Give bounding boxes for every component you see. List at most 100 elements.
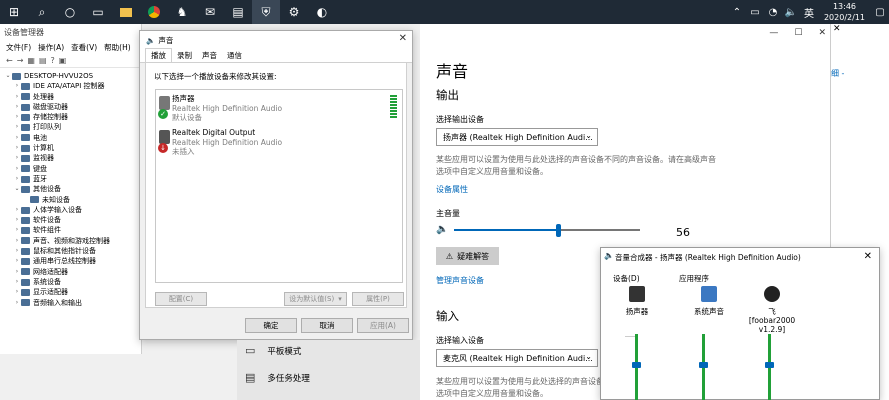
device-properties-link[interactable]: 设备属性 bbox=[436, 184, 468, 195]
maximize-icon[interactable]: ☐ bbox=[794, 28, 802, 38]
app2-icon[interactable]: ◐ bbox=[308, 0, 336, 24]
tree-node[interactable]: › IDE ATA/ATAPI 控制器 bbox=[0, 81, 141, 91]
cortana-icon[interactable]: ○ bbox=[56, 0, 84, 24]
volume-icon[interactable]: 🔈 bbox=[782, 7, 800, 18]
sound-tab[interactable]: 声音 bbox=[197, 49, 222, 62]
volume-slider-track[interactable] bbox=[454, 229, 640, 231]
expand-icon[interactable]: › bbox=[13, 102, 21, 112]
tree-node[interactable]: › 软件设备 bbox=[0, 215, 141, 225]
cancel-button[interactable]: 取消 bbox=[301, 318, 353, 333]
properties-icon[interactable]: ▦ bbox=[27, 56, 35, 65]
close-icon[interactable]: ✕ bbox=[818, 28, 826, 38]
tree-node[interactable]: › 软件组件 bbox=[0, 225, 141, 235]
tree-node[interactable]: › 声音、视频和游戏控制器 bbox=[0, 236, 141, 246]
tree-node[interactable]: › 键盘 bbox=[0, 164, 141, 174]
tree-node[interactable]: › 系统设备 bbox=[0, 277, 141, 287]
tree-node[interactable]: › 通用串行总线控制器 bbox=[0, 256, 141, 266]
expand-icon[interactable]: › bbox=[13, 215, 21, 225]
system-sounds-volume-thumb[interactable] bbox=[699, 362, 708, 368]
search-icon[interactable]: ⌕ bbox=[28, 0, 56, 24]
mixer-column-speakers[interactable]: 扬声器 bbox=[609, 286, 665, 316]
forward-icon[interactable]: → bbox=[17, 56, 24, 65]
expand-icon[interactable]: › bbox=[13, 174, 21, 184]
expand-icon[interactable]: › bbox=[13, 277, 21, 287]
expand-icon[interactable]: › bbox=[13, 246, 21, 256]
menu-item[interactable]: 查看(V) bbox=[71, 42, 97, 53]
mixer-column-foobar[interactable]: 飞 [foobar2000 v1.2.9] bbox=[744, 286, 800, 334]
windows-icon[interactable]: ⊞ bbox=[0, 0, 28, 24]
app-icon[interactable]: ▤ bbox=[224, 0, 252, 24]
device-item-digital-output[interactable]: ↓ Realtek Digital Output Realtek High De… bbox=[156, 126, 402, 160]
notification-icon[interactable]: ▢ bbox=[871, 7, 889, 18]
tree-node[interactable]: › 音频输入和输出 bbox=[0, 298, 141, 308]
tree-node[interactable]: › 显示适配器 bbox=[0, 287, 141, 297]
clock[interactable]: 13:46 2020/2/11 bbox=[818, 1, 871, 23]
task-view-icon[interactable]: ▭ bbox=[84, 0, 112, 24]
menu-item[interactable]: 帮助(H) bbox=[104, 42, 131, 53]
expand-icon[interactable]: › bbox=[13, 81, 21, 91]
expand-icon[interactable]: › bbox=[13, 205, 21, 215]
file-explorer-icon[interactable] bbox=[112, 0, 140, 24]
menu-item[interactable]: 文件(F) bbox=[6, 42, 31, 53]
expand-icon[interactable]: › bbox=[13, 287, 21, 297]
tree-node[interactable]: › 处理器 bbox=[0, 92, 141, 102]
expand-icon[interactable]: › bbox=[13, 133, 21, 143]
apply-button[interactable]: 应用(A) bbox=[357, 318, 409, 333]
volume-slider-thumb[interactable] bbox=[556, 224, 562, 237]
tree-node[interactable]: › 计算机 bbox=[0, 143, 141, 153]
dropdown-arrow-icon[interactable]: ▾ bbox=[338, 295, 342, 303]
foobar-volume-thumb[interactable] bbox=[765, 362, 774, 368]
background-link[interactable]: 细 - bbox=[831, 68, 844, 79]
manage-sound-devices-link[interactable]: 管理声音设备 bbox=[436, 275, 484, 286]
input-device-dropdown[interactable]: 麦克风 (Realtek High Definition Audi... ⌄ bbox=[436, 349, 598, 367]
back-icon[interactable]: ← bbox=[6, 56, 13, 65]
nav-item-tablet-mode[interactable]: ▭ 平板模式 bbox=[245, 344, 301, 357]
expand-icon[interactable]: › bbox=[13, 92, 21, 102]
set-default-button[interactable]: 设为默认值(S) ▾ bbox=[284, 292, 347, 306]
battery-icon[interactable]: ▭ bbox=[746, 7, 764, 18]
tree-node[interactable]: › 电池 bbox=[0, 133, 141, 143]
expand-icon[interactable]: › bbox=[13, 256, 21, 266]
ok-button[interactable]: 确定 bbox=[245, 318, 297, 333]
close-icon[interactable]: ✕ bbox=[833, 24, 841, 34]
expand-icon[interactable]: › bbox=[13, 298, 21, 308]
tree-node[interactable]: › 磁盘驱动器 bbox=[0, 102, 141, 112]
tree-node[interactable]: 未知设备 bbox=[0, 195, 141, 205]
speaker-icon[interactable]: 🔈 bbox=[436, 224, 448, 235]
sound-tab[interactable]: 录制 bbox=[172, 49, 197, 62]
tree-node[interactable]: › 人体学输入设备 bbox=[0, 205, 141, 215]
tree-node[interactable]: ⌄ 其他设备 bbox=[0, 184, 141, 194]
update-icon[interactable]: ▤ bbox=[39, 56, 47, 65]
expand-icon[interactable]: › bbox=[13, 225, 21, 235]
close-icon[interactable]: ✕ bbox=[399, 33, 407, 44]
expand-icon[interactable]: › bbox=[13, 122, 21, 132]
tree-node[interactable]: › 蓝牙 bbox=[0, 174, 141, 184]
tree-node[interactable]: › 打印队列 bbox=[0, 122, 141, 132]
ime-indicator[interactable]: 英 bbox=[800, 5, 818, 20]
collapse-icon[interactable]: ⌄ bbox=[4, 71, 12, 81]
expand-icon[interactable]: › bbox=[13, 236, 21, 246]
tree-node[interactable]: › 鼠标和其他指针设备 bbox=[0, 246, 141, 256]
tree-node[interactable]: › 监视器 bbox=[0, 153, 141, 163]
minimize-icon[interactable]: — bbox=[769, 28, 778, 38]
device-item-speakers[interactable]: ✓ 扬声器 Realtek High Definition Audio 默认设备 bbox=[156, 92, 402, 126]
configure-button[interactable]: 配置(C) bbox=[155, 292, 207, 306]
expand-icon[interactable]: › bbox=[13, 143, 21, 153]
tree-node[interactable]: ⌄ DESKTOP-HVVU2OS bbox=[0, 71, 141, 81]
foobar-icon[interactable]: ♞ bbox=[168, 0, 196, 24]
sound-tab[interactable]: 播放 bbox=[145, 48, 172, 62]
properties-button[interactable]: 属性(P) bbox=[352, 292, 404, 306]
tree-node[interactable]: › 网络适配器 bbox=[0, 267, 141, 277]
settings-icon[interactable]: ⚙ bbox=[280, 0, 308, 24]
chevron-up-icon[interactable]: ⌃ bbox=[728, 7, 746, 18]
menu-item[interactable]: 操作(A) bbox=[38, 42, 64, 53]
mixer-column-system-sounds[interactable]: 系统声音 bbox=[681, 286, 737, 316]
shield-icon[interactable]: ⛨ bbox=[252, 0, 280, 24]
expand-icon[interactable]: › bbox=[13, 153, 21, 163]
expand-icon[interactable]: › bbox=[13, 164, 21, 174]
troubleshoot-button[interactable]: ⚠ 疑难解答 bbox=[436, 247, 499, 265]
mail-icon[interactable]: ✉ bbox=[196, 0, 224, 24]
collapse-icon[interactable]: ⌄ bbox=[13, 184, 21, 194]
network-icon[interactable]: ◔ bbox=[764, 7, 782, 18]
speaker-volume-thumb[interactable] bbox=[632, 362, 641, 368]
